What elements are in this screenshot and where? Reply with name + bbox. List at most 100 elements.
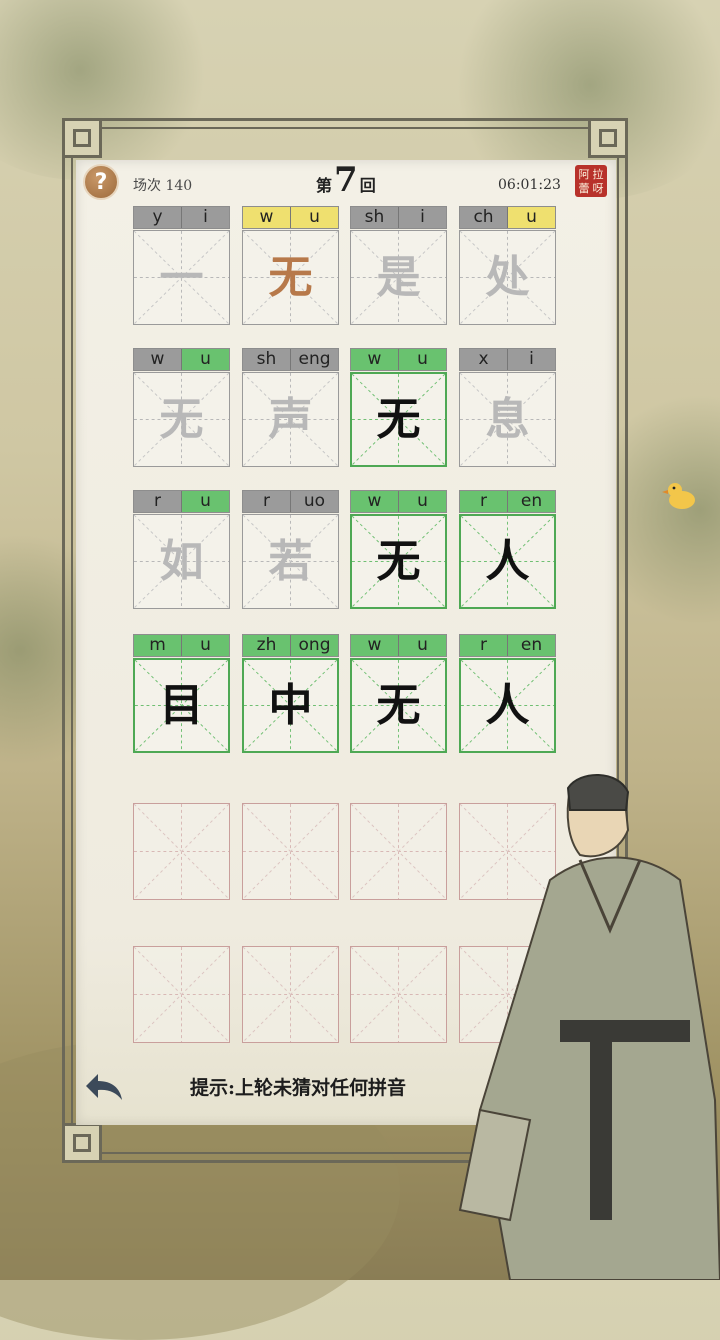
guess-tile: r en 人 [459, 490, 556, 609]
hanzi-character: 目 [159, 679, 204, 731]
guess-tile: yi 一 [133, 206, 230, 325]
frame-corner-ornament [62, 118, 102, 158]
seal-char: 拉 [592, 167, 604, 181]
guess-tile: wu 无 [350, 348, 447, 467]
pinyin-initial: w [351, 349, 398, 370]
hint-text: 提示:上轮未猜对任何拼音 [190, 1077, 407, 1099]
pinyin-initial: sh [351, 207, 398, 228]
pinyin-bar: wu [350, 490, 447, 513]
pinyin-bar: sh eng [242, 348, 339, 371]
round-title-suffix: 回 [359, 176, 376, 195]
empty-guess-cell [133, 946, 230, 1043]
hanzi-character: 人 [485, 535, 530, 587]
pinyin-initial: r [460, 491, 507, 512]
pinyin-initial: r [243, 491, 290, 512]
pinyin-initial: m [134, 635, 181, 656]
pinyin-bar: wu [133, 348, 230, 371]
pinyin-bar: wu [350, 634, 447, 657]
pinyin-final: u [181, 491, 229, 512]
pinyin-final: u [507, 207, 555, 228]
pinyin-initial: w [134, 349, 181, 370]
pinyin-bar: ch u [459, 206, 556, 229]
pinyin-final: ong [290, 635, 338, 656]
round-number: 7 [334, 160, 358, 200]
guess-tile: wu 无 [350, 490, 447, 609]
empty-guess-cell [133, 803, 230, 900]
character-cell: 无 [133, 372, 230, 467]
pinyin-bar: xi [459, 348, 556, 371]
hanzi-character: 如 [159, 535, 204, 587]
empty-guess-cell [242, 803, 339, 900]
character-cell: 无 [350, 372, 447, 467]
character-cell: 无 [242, 230, 339, 325]
seal-char: 阿 [578, 167, 590, 181]
hanzi-character: 无 [268, 251, 313, 303]
guess-tile: zh ong 中 [242, 634, 339, 753]
character-cell: 息 [459, 372, 556, 467]
pinyin-final: uo [290, 491, 338, 512]
pinyin-bar: r en [459, 490, 556, 513]
pinyin-final: u [290, 207, 338, 228]
round-count: 场次 140 [133, 178, 193, 194]
guess-tile: xi 息 [459, 348, 556, 467]
character-cell: 若 [242, 514, 339, 609]
hanzi-character: 一 [159, 251, 204, 303]
character-cell: 人 [459, 658, 556, 753]
pinyin-final: i [507, 349, 555, 370]
hanzi-character: 处 [485, 251, 530, 303]
empty-guess-cell [242, 946, 339, 1043]
help-button[interactable]: ? [83, 164, 119, 200]
character-cell: 人 [459, 514, 556, 609]
pinyin-final: en [507, 635, 555, 656]
guess-tile: sh i 是 [350, 206, 447, 325]
seal-char: 呀 [592, 181, 604, 195]
character-cell: 目 [133, 658, 230, 753]
pinyin-initial: zh [243, 635, 290, 656]
pinyin-initial: w [351, 491, 398, 512]
character-cell: 无 [350, 514, 447, 609]
frame-corner-ornament [588, 118, 628, 158]
back-arrow-icon[interactable] [84, 1070, 124, 1102]
hanzi-character: 无 [159, 393, 204, 445]
hanzi-character: 声 [268, 393, 313, 445]
hanzi-character: 若 [268, 535, 313, 587]
pinyin-final: u [398, 635, 446, 656]
guess-tile: wu 无 [242, 206, 339, 325]
guess-tile: r uo 若 [242, 490, 339, 609]
pinyin-bar: ru [133, 490, 230, 513]
character-cell: 如 [133, 514, 230, 609]
seal-stamp-icon: 阿 拉 蕾 呀 [575, 165, 607, 197]
character-cell: 声 [242, 372, 339, 467]
scholar-figure [458, 774, 720, 1280]
pinyin-bar: sh i [350, 206, 447, 229]
pinyin-initial: w [351, 635, 398, 656]
pinyin-initial: r [460, 635, 507, 656]
pinyin-final: i [398, 207, 446, 228]
pinyin-initial: y [134, 207, 181, 228]
pinyin-bar: mu [133, 634, 230, 657]
guess-tile: r en 人 [459, 634, 556, 753]
guess-tile: mu 目 [133, 634, 230, 753]
pinyin-initial: x [460, 349, 507, 370]
pinyin-final: en [507, 491, 555, 512]
pinyin-final: i [181, 207, 229, 228]
guess-tile: sh eng 声 [242, 348, 339, 467]
pinyin-bar: yi [133, 206, 230, 229]
pinyin-bar: zh ong [242, 634, 339, 657]
character-cell: 中 [242, 658, 339, 753]
character-cell: 是 [350, 230, 447, 325]
pinyin-final: u [181, 635, 229, 656]
pinyin-bar: wu [350, 348, 447, 371]
pinyin-bar: wu [242, 206, 339, 229]
seal-char: 蕾 [578, 181, 590, 195]
hanzi-character: 无 [376, 393, 421, 445]
round-title-prefix: 第 [316, 176, 333, 195]
question-icon[interactable]: ? [95, 170, 108, 195]
hanzi-character: 息 [485, 393, 530, 445]
pinyin-initial: w [243, 207, 290, 228]
pinyin-final: u [181, 349, 229, 370]
hanzi-character: 人 [485, 679, 530, 731]
hanzi-character: 中 [268, 679, 313, 731]
pinyin-final: u [398, 349, 446, 370]
round-title: 第 7 回 [316, 160, 376, 200]
